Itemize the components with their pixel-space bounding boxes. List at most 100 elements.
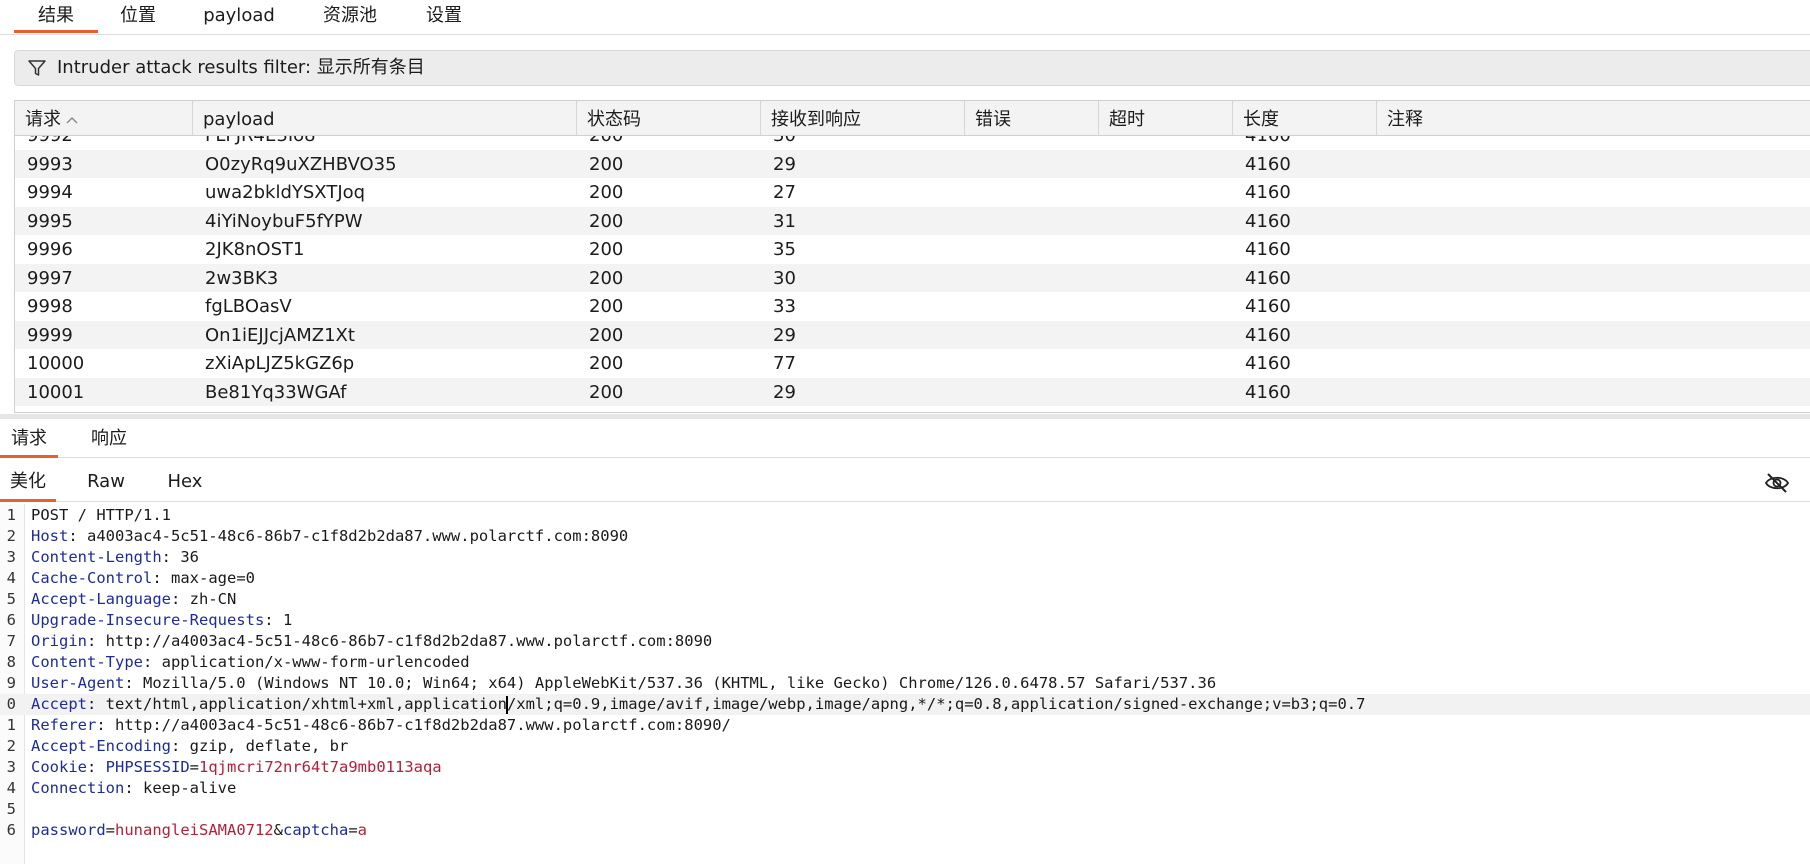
request-line[interactable]: 0 Accept: text/html,application/xhtml+xml… [0,694,1810,715]
request-editor[interactable]: 1 POST / HTTP/1.1 2 Host: a4003ac4-5c51-48c… [0,504,1810,864]
table-row[interactable]: 9995 4iYiNoybuF5fYPW 200 31 4160 [15,206,1810,236]
tab-settings[interactable]: 设置 [416,0,472,31]
header-name: Cookie [31,758,87,776]
header-value: POST / HTTP/1.1 [31,506,171,524]
cell-payload: On1iEJJcjAMZ1Xt [205,324,355,346]
line-content: POST / HTTP/1.1 [31,505,171,526]
tab-request[interactable]: 请求 [0,419,58,458]
request-line[interactable]: 6 Upgrade-Insecure-Requests: 1 [0,610,1810,631]
table-row[interactable]: 9993 O0zyRq9uXZHBVO35 200 29 4160 [15,149,1810,179]
cell-error [965,264,1099,293]
cell-timeout [1099,150,1233,179]
cell-error [965,207,1099,236]
cell-length: 4160 [1245,267,1291,289]
table-body[interactable]: 9992FLFJR4E3Io82003041609993O0zyRq9uXZHB… [15,136,1810,412]
line-content: Accept: text/html,application/xhtml+xml,… [31,694,1365,715]
table-row[interactable]: 9996 2JK8nOST1 200 35 4160 [15,235,1810,264]
request-line[interactable]: 4 Connection: keep-alive [0,778,1810,799]
cell-length: 4160 [1245,239,1291,260]
header-name: Upgrade-Insecure-Requests [31,611,265,629]
header-value: & [273,821,283,839]
table-row[interactable]: 10001 Be81Yq33WGAf 200 29 4160 [15,377,1810,407]
request-line[interactable]: 9 User-Agent: Mozilla/5.0 (Windows NT 10.… [0,673,1810,694]
header-name: PHPSESSID [105,758,190,776]
header-name: Origin [31,632,87,650]
header-name: Content-Length [31,548,162,566]
request-line[interactable]: 4 Cache-Control: max-age=0 [0,568,1810,589]
cell-timeout [1099,207,1233,236]
request-line[interactable]: 2 Host: a4003ac4-5c51-48c6-86b7-c1f8d2b2d… [0,526,1810,547]
request-line[interactable]: 5 Accept-Language: zh-CN [0,589,1810,610]
table-row[interactable]: 9992FLFJR4E3Io820030 4160 [15,136,1810,150]
table-row[interactable]: 9994 uwa2bkldYSXTJoq 200 27 4160 [15,178,1810,207]
cell-request: 9999 [27,324,73,346]
tab-resource-pool[interactable]: 资源池 [314,0,386,31]
cell-request: 9995 [27,210,73,232]
header-name: password [31,821,106,839]
cell-timeout [1099,378,1233,407]
line-content: Accept-Language: zh-CN [31,589,236,610]
line-number: 4 [6,569,16,587]
line-number: 5 [6,590,16,608]
header-value: : Mozilla/5.0 (Windows NT 10.0; Win64; x… [124,674,1217,692]
table-row[interactable]: 9998 fgLBOasV 200 33 4160 [15,292,1810,321]
results-filter-bar[interactable]: Intruder attack results filter: 显示所有条目 [14,50,1810,86]
table-row[interactable]: 9999 On1iEJJcjAMZ1Xt 200 29 4160 [15,320,1810,349]
header-value: : 36 [161,548,199,566]
header-name: Content-Type [31,653,143,671]
line-content: Connection: keep-alive [31,778,236,799]
cell-payload: 2JK8nOST1 [205,239,305,260]
header-value: : a4003ac4-5c51-48c6-86b7-c1f8d2b2da87.w… [68,527,629,545]
header-value: : [87,758,106,776]
request-line[interactable]: 5 [0,799,1810,820]
table-row[interactable]: 9997 2w3BK3 200 30 4160 [15,263,1810,293]
line-number: 6 [6,821,16,839]
column-header-length[interactable]: 长度 [1233,101,1377,135]
line-number: 7 [6,632,16,650]
cell-timeout [1099,178,1233,207]
header-value: = [105,821,115,839]
column-header-timeout[interactable]: 超时 [1099,101,1233,135]
cell-comment [1377,292,1810,321]
request-line[interactable]: 7 Origin: http://a4003ac4-5c51-48c6-86b7-… [0,631,1810,652]
column-header-comment[interactable]: 注释 [1377,101,1810,135]
request-line[interactable]: 3 Content-Length: 36 [0,547,1810,568]
cell-status: 200 [589,381,624,403]
eye-slash-icon[interactable] [1764,472,1790,494]
request-line[interactable]: 8 Content-Type: application/x-www-form-ur… [0,652,1810,673]
table-row[interactable]: 10000 zXiApLJZ5kGZ6p 200 77 4160 [15,349,1810,378]
cell-response-time: 31 [773,210,796,232]
line-number: 4 [6,779,16,797]
tab-raw[interactable]: Raw [80,463,132,499]
tab-response[interactable]: 响应 [80,419,138,455]
line-number: 1 [6,716,16,734]
line-content: Content-Length: 36 [31,547,199,568]
line-number: 8 [6,653,16,671]
request-line[interactable]: 3 Cookie: PHPSESSID=1qjmcri72nr64t7a9mb01… [0,757,1810,778]
line-content: Upgrade-Insecure-Requests: 1 [31,610,292,631]
column-header-payload[interactable]: payload [193,101,577,135]
cell-error [965,292,1099,321]
request-line[interactable]: 2 Accept-Encoding: gzip, deflate, br [0,736,1810,757]
column-header-request[interactable]: 请求 [15,101,193,135]
header-value: : text/html,application/xhtml+xml,applic… [87,695,507,713]
column-header-status[interactable]: 状态码 [577,101,761,135]
request-line[interactable]: 1 Referer: http://a4003ac4-5c51-48c6-86b7… [0,715,1810,736]
column-header-response-received[interactable]: 接收到响应 [761,101,965,135]
header-name: Accept-Encoding [31,737,171,755]
tab-results[interactable]: 结果 [14,0,98,33]
request-line[interactable]: 1 POST / HTTP/1.1 [0,505,1810,526]
header-name: Referer [31,716,97,734]
tab-hex[interactable]: Hex [160,463,210,499]
tab-pretty[interactable]: 美化 [0,463,56,502]
cell-response-time: 27 [773,182,796,203]
cell-request: 9997 [27,267,73,289]
column-header-error[interactable]: 错误 [965,101,1099,135]
cell-payload: zXiApLJZ5kGZ6p [205,353,355,374]
tab-positions[interactable]: 位置 [112,0,164,31]
tab-payloads[interactable]: payload [196,0,282,31]
header-value: : 1 [264,611,293,629]
header-name: Connection [31,779,125,797]
table-header: 请求 payload 状态码 接收到响应 错误 超时 长度 注释 [15,101,1810,136]
request-line[interactable]: 6 password=hunangleiSAMA0712&captcha=a [0,820,1810,841]
